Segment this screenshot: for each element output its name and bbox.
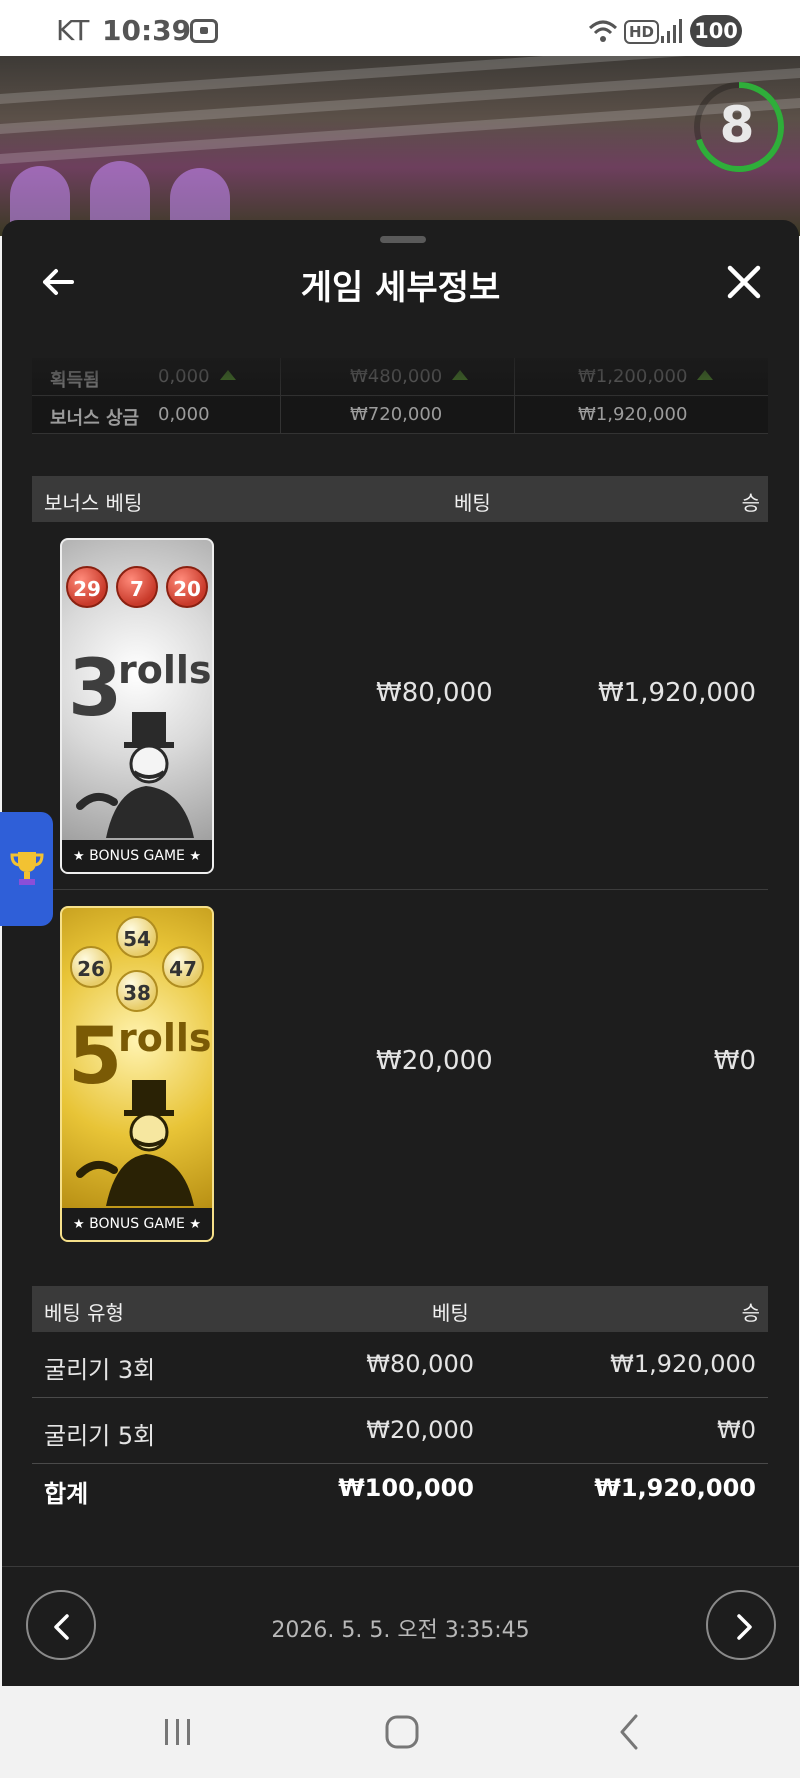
ceiling-beam xyxy=(0,98,800,164)
game-details-panel: 게임 세부정보 획득됨 0,000 ₩480,000 ₩1,200,000 보너… xyxy=(2,220,799,1686)
hd-voice-icon: HD xyxy=(624,20,660,44)
signal-icon xyxy=(661,19,682,43)
leaderboard-tab[interactable] xyxy=(0,812,53,926)
bonus-bet-row-5-rolls: 54 26 47 38 5 rolls ★ BONUS GAME ★ ₩20,0… xyxy=(32,890,768,1258)
round-date: 2026. 5. 5. 오전 3:35:45 xyxy=(271,1618,530,1643)
bet-amount: ₩20,000 xyxy=(366,1416,474,1444)
row-label: 획득됨 xyxy=(50,370,100,391)
cell-value: 0,000 xyxy=(158,366,236,387)
table-row: 굴리기 3회 ₩80,000 ₩1,920,000 xyxy=(32,1332,768,1398)
total-label: 합계 xyxy=(44,1480,89,1508)
cell-value: ₩720,000 xyxy=(350,404,443,425)
cell-value: ₩480,000 xyxy=(350,366,469,387)
home-icon[interactable] xyxy=(382,1712,422,1752)
up-triangle-icon xyxy=(219,370,236,380)
bet-type-header: 베팅 유형 베팅 승 xyxy=(32,1286,768,1332)
ball: 47 xyxy=(162,946,204,988)
wifi-icon xyxy=(588,20,618,42)
mascot-icon xyxy=(76,1080,194,1206)
cell-value: ₩1,200,000 xyxy=(578,366,714,387)
column-divider xyxy=(280,358,281,434)
total-row: 합계 ₩100,000 ₩1,920,000 xyxy=(32,1456,768,1522)
bonus-bet-row-3-rolls: 29 7 20 3 rolls ★ BONUS GAME ★ ₩80,000 ₩… xyxy=(32,522,768,890)
total-win: ₩1,920,000 xyxy=(594,1474,756,1502)
bet-amount: ₩80,000 xyxy=(366,1350,474,1378)
card-word: rolls xyxy=(118,648,212,692)
table-row: 획득됨 0,000 ₩480,000 ₩1,200,000 xyxy=(32,358,768,396)
win-amount: ₩1,920,000 xyxy=(610,1350,756,1378)
header-type: 베팅 유형 xyxy=(44,1301,124,1325)
ball: 26 xyxy=(70,946,112,988)
header-bet: 베팅 xyxy=(454,491,491,515)
star-icon: ★ xyxy=(72,849,85,864)
up-triangle-icon xyxy=(452,370,469,380)
win-amount: ₩0 xyxy=(717,1416,756,1444)
divider xyxy=(2,1566,799,1567)
star-icon: ★ xyxy=(189,849,201,864)
header-win: 승 xyxy=(741,1301,760,1325)
mascot-icon xyxy=(76,712,194,838)
next-round-button[interactable] xyxy=(706,1590,776,1660)
battery-indicator: 100 xyxy=(690,15,742,47)
panel-title: 게임 세부정보 xyxy=(300,268,501,308)
card-footer: ★ BONUS GAME ★ xyxy=(62,1208,212,1240)
cell-text: 0,000 xyxy=(158,366,210,387)
bonus-win-amount: ₩0 xyxy=(713,1046,756,1076)
bonus-bet-amount: ₩20,000 xyxy=(376,1046,493,1076)
column-divider xyxy=(514,358,515,434)
bet-type: 굴리기 5회 xyxy=(44,1422,156,1450)
bonus-card-5-rolls: 54 26 47 38 5 rolls ★ BONUS GAME ★ xyxy=(60,906,214,1242)
card-footer: ★ BONUS GAME ★ xyxy=(62,840,212,872)
round-timer-value: 8 xyxy=(719,96,755,154)
cell-text: ₩1,200,000 xyxy=(578,366,688,387)
drag-handle[interactable] xyxy=(380,236,426,243)
live-video-background xyxy=(0,56,800,236)
ball: 20 xyxy=(166,566,208,608)
card-footer-text: BONUS GAME xyxy=(89,1216,185,1232)
bonus-win-amount: ₩1,920,000 xyxy=(597,678,756,708)
row-label: 보너스 상금 xyxy=(50,408,140,429)
header-bet: 베팅 xyxy=(432,1301,469,1325)
cell-value: ₩1,920,000 xyxy=(578,404,688,425)
carrier-label: KT xyxy=(56,14,90,47)
screen-capture-icon xyxy=(190,19,218,43)
card-word: rolls xyxy=(118,1016,212,1060)
bonus-card-3-rolls: 29 7 20 3 rolls ★ BONUS GAME ★ xyxy=(60,538,214,874)
star-icon: ★ xyxy=(189,1217,201,1232)
result-summary-table[interactable]: 획득됨 0,000 ₩480,000 ₩1,200,000 보너스 상금 0,0… xyxy=(32,358,768,434)
ceiling-beam xyxy=(0,68,800,134)
close-icon[interactable] xyxy=(724,262,764,302)
card-footer-text: BONUS GAME xyxy=(89,848,185,864)
cell-text: ₩480,000 xyxy=(350,366,443,387)
table-row: 보너스 상금 0,000 ₩720,000 ₩1,920,000 xyxy=(32,396,768,434)
status-bar: KT 10:39 HD 100 xyxy=(0,0,800,56)
chevron-right-icon xyxy=(737,1614,752,1640)
ball: 7 xyxy=(116,566,158,608)
bet-type: 굴리기 3회 xyxy=(44,1356,156,1384)
total-bet: ₩100,000 xyxy=(338,1474,474,1502)
table-row: 굴리기 5회 ₩20,000 ₩0 xyxy=(32,1398,768,1464)
back-icon[interactable] xyxy=(610,1712,650,1752)
bonus-bet-amount: ₩80,000 xyxy=(376,678,493,708)
header-type: 보너스 베팅 xyxy=(44,491,143,515)
trophy-icon xyxy=(10,852,44,885)
ball: 38 xyxy=(116,970,158,1012)
up-triangle-icon xyxy=(697,370,714,380)
ball: 29 xyxy=(66,566,108,608)
header-win: 승 xyxy=(741,491,760,515)
clock: 10:39 xyxy=(102,14,192,47)
bonus-bet-header: 보너스 베팅 베팅 승 xyxy=(32,476,768,522)
cell-value: 0,000 xyxy=(158,404,210,425)
system-navigation-bar xyxy=(0,1686,800,1778)
star-icon: ★ xyxy=(72,1217,85,1232)
ball: 54 xyxy=(116,916,158,958)
recent-apps-icon[interactable] xyxy=(160,1714,196,1750)
